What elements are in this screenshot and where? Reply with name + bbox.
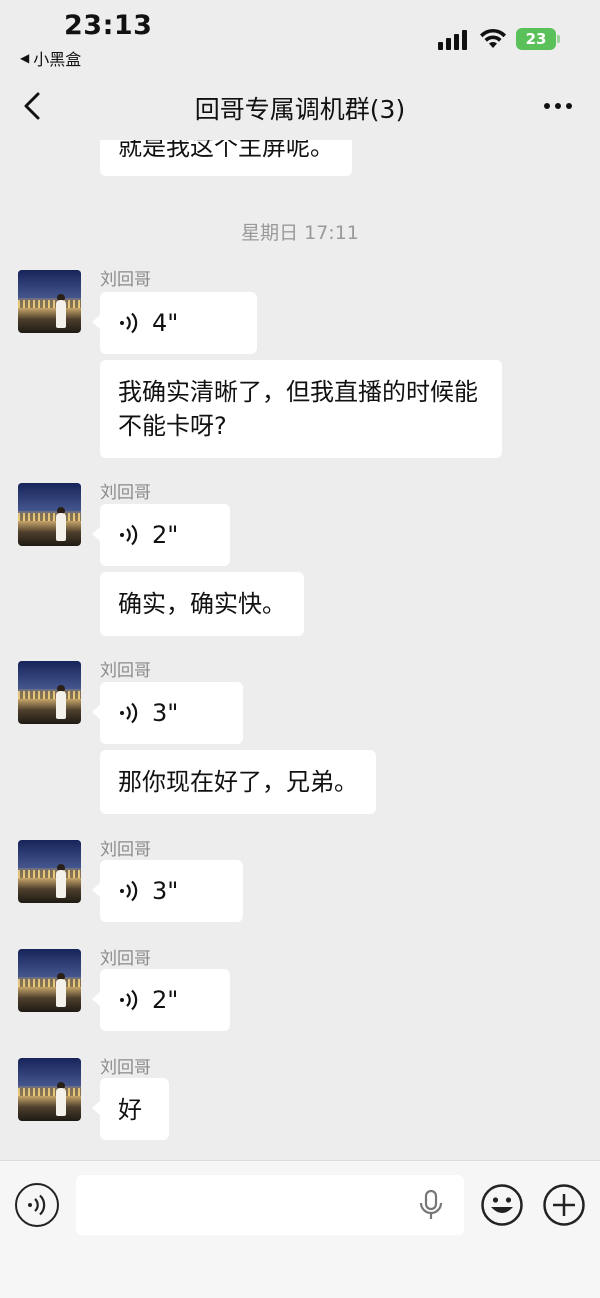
- avatar[interactable]: [18, 1058, 81, 1121]
- battery-icon: 23: [516, 28, 560, 50]
- sender-name: 刘回哥: [100, 661, 151, 681]
- voice-wave-icon: [120, 524, 138, 546]
- text-message[interactable]: 确实，确实快。: [100, 572, 304, 636]
- voice-wave-icon: [120, 989, 138, 1011]
- message-text: 我确实清晰了，但我直播的时候能不能卡呀?: [118, 378, 478, 440]
- sender-name: 刘回哥: [100, 270, 151, 290]
- voice-duration: 2": [152, 986, 179, 1014]
- plus-icon[interactable]: [542, 1183, 586, 1227]
- text-message[interactable]: 好: [92, 1078, 169, 1140]
- emoji-icon[interactable]: [480, 1183, 524, 1227]
- avatar[interactable]: [18, 483, 81, 546]
- voice-message[interactable]: 2": [92, 504, 230, 566]
- voice-wave-icon: [120, 880, 138, 902]
- avatar[interactable]: [18, 661, 81, 724]
- chat-timestamp: 星期日 17:11: [241, 222, 359, 244]
- voice-duration: 3": [152, 699, 179, 727]
- sender-name: 刘回哥: [100, 840, 151, 860]
- voice-duration: 3": [152, 877, 179, 905]
- voice-wave-icon: [120, 312, 138, 334]
- message-text: 那你现在好了，兄弟。: [118, 768, 358, 796]
- nav-bar: 回哥专属调机群(3): [0, 72, 600, 140]
- text-message[interactable]: 那你现在好了，兄弟。: [100, 750, 376, 814]
- avatar[interactable]: [18, 949, 81, 1012]
- voice-message[interactable]: 3": [92, 682, 243, 744]
- avatar[interactable]: [18, 270, 81, 333]
- sender-name: 刘回哥: [100, 1058, 151, 1078]
- chat-input-bar: [0, 1160, 600, 1298]
- voice-message[interactable]: 2": [92, 969, 230, 1031]
- message-text: 确实，确实快。: [118, 590, 286, 618]
- message-text: 好: [118, 1096, 142, 1124]
- sender-name: 刘回哥: [100, 483, 151, 503]
- sender-name: 刘回哥: [100, 949, 151, 969]
- message-bubble-partial[interactable]: 就是我这个主屏呢。: [100, 140, 352, 176]
- voice-toggle-icon[interactable]: [15, 1183, 59, 1227]
- chat-title: 回哥专属调机群(3): [194, 95, 406, 124]
- more-dots-icon[interactable]: [538, 90, 578, 122]
- back-triangle-icon: ◀: [20, 51, 30, 65]
- cellular-signal-icon: [438, 30, 467, 50]
- wifi-icon: [480, 28, 506, 48]
- voice-duration: 2": [152, 521, 179, 549]
- voice-message[interactable]: 3": [92, 860, 243, 922]
- avatar[interactable]: [18, 840, 81, 903]
- status-time: 23:13: [64, 10, 153, 41]
- voice-message[interactable]: 4": [92, 292, 257, 354]
- chat-message-list[interactable]: 就是我这个主屏呢。 星期日 17:11 刘回哥 4" 我确实清晰了，但我直播的时…: [0, 140, 600, 1160]
- back-app-label: 小黑盒: [33, 50, 82, 69]
- voice-duration: 4": [152, 309, 179, 337]
- text-message[interactable]: 我确实清晰了，但我直播的时候能不能卡呀?: [100, 360, 502, 458]
- battery-level: 23: [516, 28, 556, 50]
- microphone-icon[interactable]: [418, 1189, 444, 1221]
- voice-wave-icon: [120, 702, 138, 724]
- message-text: 就是我这个主屏呢。: [118, 140, 334, 161]
- back-to-app-link[interactable]: ◀ 小黑盒: [20, 46, 81, 70]
- status-bar: 23:13 ◀ 小黑盒 23: [0, 0, 600, 72]
- message-input[interactable]: [76, 1175, 464, 1235]
